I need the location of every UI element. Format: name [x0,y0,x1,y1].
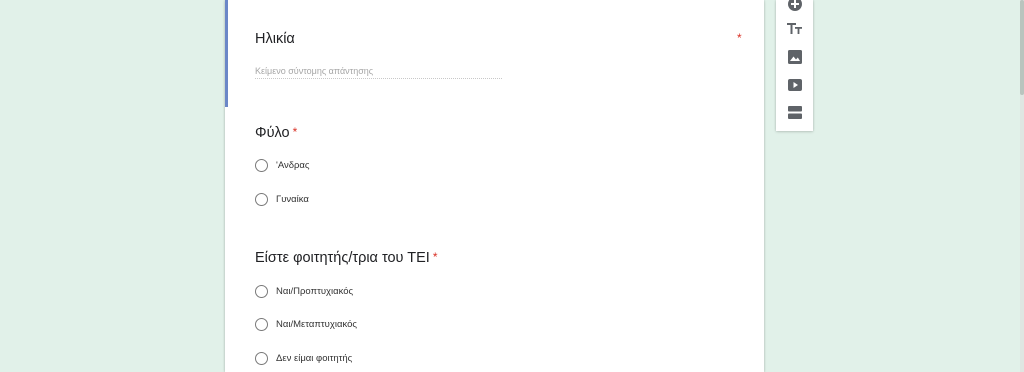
radio-button[interactable] [255,317,268,331]
radio-option-label: Ναι/Μεταπτυχιακός [276,318,357,330]
question-title-text: Είστε φοιτητής/τρια του ΤΕΙ [255,250,430,266]
radio-option-male[interactable]: 'Ανδρας [255,157,310,173]
required-asterisk: * [432,250,438,264]
add-title-icon[interactable] [785,19,804,38]
radio-button[interactable] [255,158,268,172]
required-asterisk: * [737,31,742,45]
required-asterisk: * [292,125,298,139]
question-title-text: Φύλο [255,125,290,141]
radio-option-label: Ναι/Προπτυχιακός [276,285,354,297]
radio-option-label: Γυναίκα [276,193,309,205]
radio-option-label: 'Ανδρας [276,159,310,171]
radio-option-undergraduate[interactable]: Ναι/Προπτυχιακός [255,283,353,299]
add-image-icon[interactable] [785,47,804,66]
radio-option-female[interactable]: Γυναίκα [255,191,309,207]
add-section-icon[interactable] [785,103,804,122]
form-card: Ηλικία * Κείμενο σύντομης απάντησης Φύλο… [225,0,764,372]
question-title-gender[interactable]: Φύλο * [255,125,297,141]
radio-option-not-student[interactable]: Δεν είμαι φοιτητής [255,350,352,366]
scrollbar-thumb[interactable] [1020,0,1024,95]
radio-button[interactable] [255,192,268,206]
radio-option-label: Δεν είμαι φοιτητής [276,352,353,364]
question-title-student[interactable]: Είστε φοιτητής/τρια του ΤΕΙ * [255,250,437,266]
short-answer-field: Κείμενο σύντομης απάντησης [255,66,502,79]
radio-button[interactable] [255,284,268,298]
radio-option-postgraduate[interactable]: Ναι/Μεταπτυχιακός [255,316,357,332]
active-question-indicator [225,0,228,107]
add-video-icon[interactable] [785,75,804,94]
add-question-icon[interactable] [785,0,804,13]
form-side-toolbar [776,0,813,131]
question-title-age[interactable]: Ηλικία [255,31,295,47]
radio-button[interactable] [255,351,268,365]
